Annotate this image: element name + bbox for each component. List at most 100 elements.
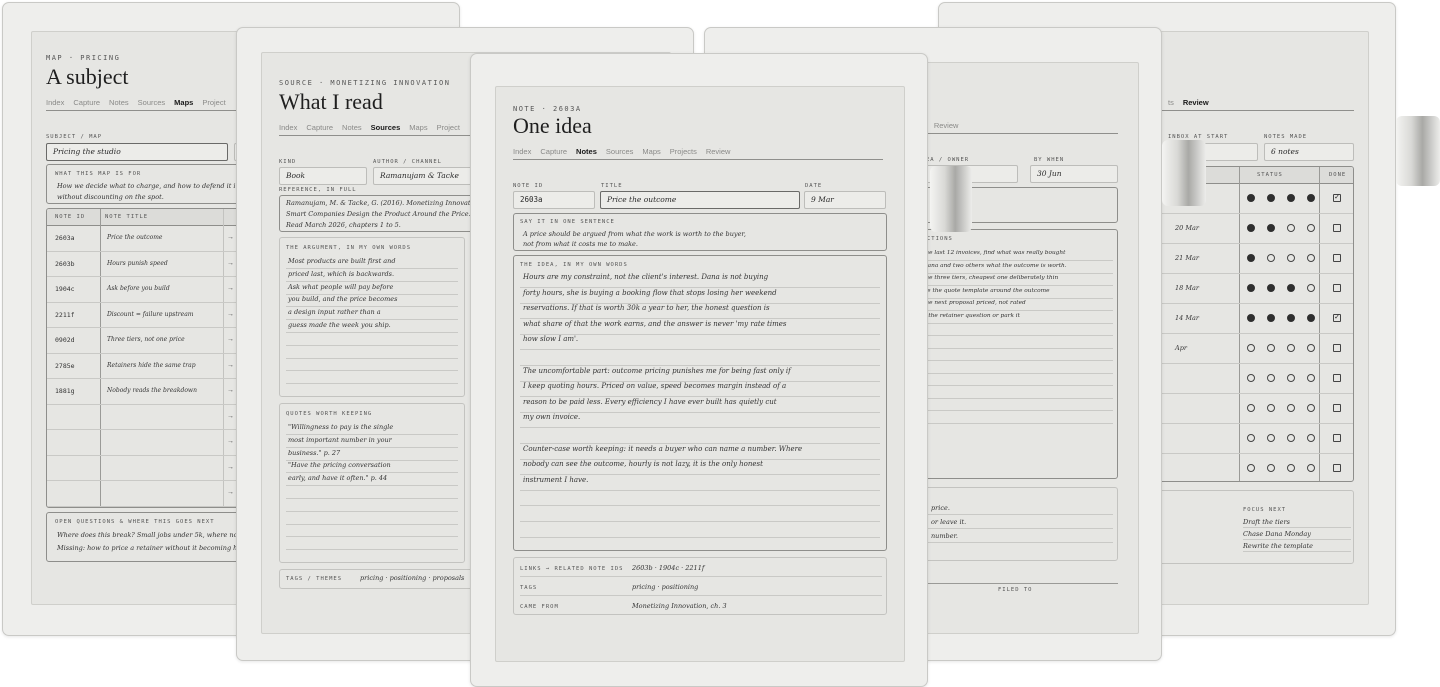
nav-review[interactable]: Review xyxy=(934,121,959,130)
status-dot[interactable] xyxy=(1287,284,1295,292)
status-dot[interactable] xyxy=(1247,224,1255,232)
status-dot[interactable] xyxy=(1287,224,1295,232)
arrow-icon[interactable]: → xyxy=(227,234,234,241)
status-dot[interactable] xyxy=(1267,224,1275,232)
note-id-cell[interactable]: 2211f xyxy=(55,311,75,319)
status-dot[interactable] xyxy=(1247,434,1255,442)
nav-maps[interactable]: Maps xyxy=(642,147,660,156)
status-dot[interactable] xyxy=(1247,404,1255,412)
kind-field[interactable]: Book xyxy=(279,167,367,185)
status-dot[interactable] xyxy=(1247,344,1255,352)
nav-projects[interactable]: ts xyxy=(1168,98,1174,107)
nav-sources[interactable]: Sources xyxy=(371,123,401,132)
done-checkbox[interactable]: ✓ xyxy=(1333,314,1341,322)
done-checkbox[interactable] xyxy=(1333,254,1341,262)
nav-notes[interactable]: Notes xyxy=(342,123,362,132)
note-id-field[interactable]: 2603a xyxy=(513,191,595,209)
status-dot[interactable] xyxy=(1267,374,1275,382)
status-dot[interactable] xyxy=(1307,284,1315,292)
notes-made-field[interactable]: 6 notes xyxy=(1264,143,1354,161)
status-dot[interactable] xyxy=(1307,404,1315,412)
nav-maps[interactable]: Maps xyxy=(174,98,193,107)
status-dot[interactable] xyxy=(1287,464,1295,472)
nav-sources[interactable]: Sources xyxy=(138,98,166,107)
status-dot[interactable] xyxy=(1247,254,1255,262)
status-dot[interactable] xyxy=(1307,344,1315,352)
status-dot[interactable] xyxy=(1287,254,1295,262)
status-dot[interactable] xyxy=(1247,284,1255,292)
status-dot[interactable] xyxy=(1307,224,1315,232)
note-title-field[interactable]: Price the outcome xyxy=(600,191,800,209)
note-title-cell[interactable]: Price the outcome xyxy=(107,234,162,241)
done-checkbox[interactable] xyxy=(1333,284,1341,292)
nav-review[interactable]: Review xyxy=(1183,98,1209,107)
status-dot[interactable] xyxy=(1267,344,1275,352)
arrow-icon[interactable]: → xyxy=(227,464,234,471)
note-title-cell[interactable]: Nobody reads the breakdown xyxy=(107,387,197,394)
stylus-middle[interactable] xyxy=(1162,140,1206,206)
nav-project[interactable]: Project xyxy=(202,98,225,107)
arrow-icon[interactable]: → xyxy=(227,311,234,318)
nav-review[interactable]: Review xyxy=(706,147,731,156)
status-dot[interactable] xyxy=(1287,344,1295,352)
status-dot[interactable] xyxy=(1267,404,1275,412)
status-dot[interactable] xyxy=(1307,254,1315,262)
done-checkbox[interactable]: ✓ xyxy=(1333,194,1341,202)
status-dot[interactable] xyxy=(1247,314,1255,322)
stylus-left[interactable] xyxy=(930,166,972,232)
arrow-icon[interactable]: → xyxy=(227,413,234,420)
status-dot[interactable] xyxy=(1267,314,1275,322)
arrow-icon[interactable]: → xyxy=(227,336,234,343)
status-dot[interactable] xyxy=(1267,254,1275,262)
status-dot[interactable] xyxy=(1287,434,1295,442)
status-dot[interactable] xyxy=(1267,194,1275,202)
status-dot[interactable] xyxy=(1247,374,1255,382)
note-title-cell[interactable]: Hours punish speed xyxy=(107,260,168,267)
note-title-cell[interactable]: Ask before you build xyxy=(107,285,170,292)
note-title-cell[interactable]: Three tiers, not one price xyxy=(107,336,185,343)
status-dot[interactable] xyxy=(1267,434,1275,442)
done-checkbox[interactable] xyxy=(1333,374,1341,382)
stylus-right[interactable] xyxy=(1396,116,1440,186)
nav-index[interactable]: Index xyxy=(46,98,64,107)
status-dot[interactable] xyxy=(1307,434,1315,442)
done-checkbox[interactable] xyxy=(1333,464,1341,472)
subject-field[interactable]: Pricing the studio xyxy=(46,143,228,161)
note-id-cell[interactable]: 2603a xyxy=(55,234,75,242)
done-checkbox[interactable] xyxy=(1333,344,1341,352)
status-dot[interactable] xyxy=(1287,194,1295,202)
status-dot[interactable] xyxy=(1307,374,1315,382)
note-title-cell[interactable]: Discount = failure upstream xyxy=(107,311,193,318)
status-dot[interactable] xyxy=(1247,194,1255,202)
arrow-icon[interactable]: → xyxy=(227,285,234,292)
date-field[interactable]: 9 Mar xyxy=(804,191,886,209)
status-dot[interactable] xyxy=(1307,314,1315,322)
note-id-cell[interactable]: 1881g xyxy=(55,387,75,395)
nav-capture[interactable]: Capture xyxy=(73,98,100,107)
status-dot[interactable] xyxy=(1247,464,1255,472)
status-dot[interactable] xyxy=(1307,464,1315,472)
nav-projects[interactable]: Projects xyxy=(670,147,697,156)
arrow-icon[interactable]: → xyxy=(227,260,234,267)
nav-notes[interactable]: Notes xyxy=(576,147,597,156)
nav-capture[interactable]: Capture xyxy=(540,147,567,156)
done-checkbox[interactable] xyxy=(1333,224,1341,232)
status-dot[interactable] xyxy=(1267,464,1275,472)
nav-index[interactable]: Index xyxy=(513,147,531,156)
nav-index[interactable]: Index xyxy=(279,123,297,132)
status-dot[interactable] xyxy=(1267,284,1275,292)
nav-notes[interactable]: Notes xyxy=(109,98,129,107)
nav-project[interactable]: Project xyxy=(437,123,460,132)
note-id-cell[interactable]: 1904c xyxy=(55,285,75,293)
arrow-icon[interactable]: → xyxy=(227,362,234,369)
nav-maps[interactable]: Maps xyxy=(409,123,427,132)
status-dot[interactable] xyxy=(1287,374,1295,382)
arrow-icon[interactable]: → xyxy=(227,489,234,496)
note-id-cell[interactable]: 2603b xyxy=(55,260,75,268)
author-field[interactable]: Ramanujam & Tacke xyxy=(373,167,481,185)
note-id-cell[interactable]: 2785e xyxy=(55,362,75,370)
by-when-field[interactable]: 30 Jun xyxy=(1030,165,1118,183)
done-checkbox[interactable] xyxy=(1333,434,1341,442)
status-dot[interactable] xyxy=(1307,194,1315,202)
nav-capture[interactable]: Capture xyxy=(306,123,333,132)
